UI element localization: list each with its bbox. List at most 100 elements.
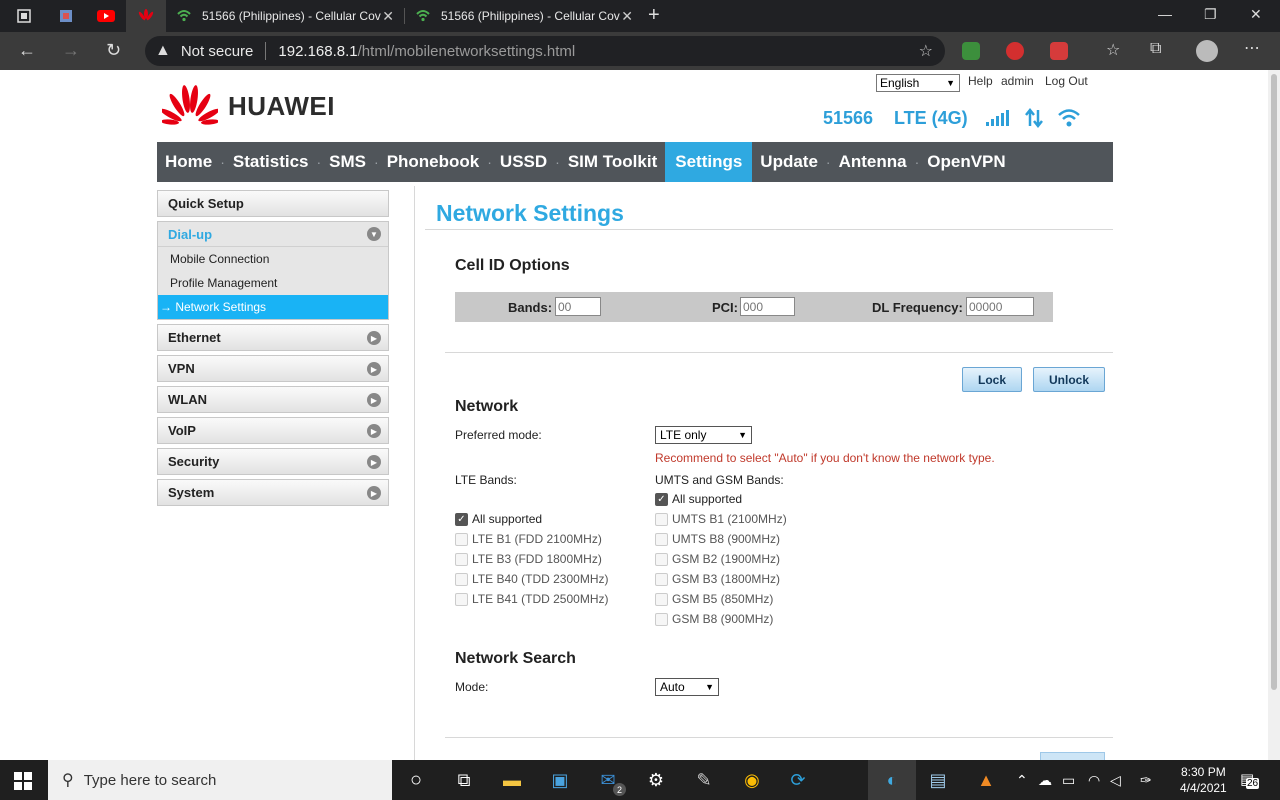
preferred-mode-select[interactable]: LTE only ▼: [655, 426, 752, 444]
volume-icon[interactable]: ◁: [1110, 772, 1121, 789]
scrollbar-thumb[interactable]: [1271, 74, 1277, 690]
nav-openvpn[interactable]: OpenVPN: [919, 142, 1013, 182]
help-link[interactable]: Help: [968, 74, 993, 88]
pinned-tab-huawei[interactable]: [126, 0, 166, 32]
chevron-down-icon: ▼: [738, 430, 747, 440]
profile-avatar[interactable]: [1196, 40, 1218, 62]
gsm-b5-checkbox[interactable]: GSM B5 (850MHz): [655, 592, 773, 606]
sidebar-system[interactable]: System ▶: [157, 479, 389, 506]
gsm-b8-checkbox[interactable]: GSM B8 (900MHz): [655, 612, 773, 626]
sync-app-icon[interactable]: ⟳: [786, 768, 810, 792]
sidebar-vpn[interactable]: VPN ▶: [157, 355, 389, 382]
adblock-icon[interactable]: [1006, 42, 1024, 60]
lte-b3-checkbox[interactable]: LTE B3 (FDD 1800MHz): [455, 552, 602, 566]
settings-gear-icon[interactable]: ⚙: [644, 768, 668, 792]
unlock-button[interactable]: Unlock: [1033, 367, 1105, 392]
lte-all-supported-checkbox[interactable]: ✓ All supported: [455, 512, 542, 526]
sidebar-item-profile-management[interactable]: Profile Management: [158, 271, 388, 295]
maximize-icon[interactable]: ❐: [1204, 6, 1217, 23]
pci-input[interactable]: [740, 297, 795, 316]
sidebar-quick-setup[interactable]: Quick Setup: [157, 190, 389, 217]
network-wifi-icon[interactable]: ◠: [1088, 772, 1100, 789]
nav-antenna[interactable]: Antenna: [831, 142, 915, 182]
gsm-b3-checkbox[interactable]: GSM B3 (1800MHz): [655, 572, 780, 586]
notepad-icon[interactable]: ▤: [926, 768, 950, 792]
tray-chevron-up-icon[interactable]: ⌃: [1016, 772, 1028, 789]
chrome-icon[interactable]: ◉: [740, 768, 764, 792]
nav-home[interactable]: Home: [157, 142, 220, 182]
close-icon[interactable]: ✕: [621, 8, 633, 25]
sidebar-security[interactable]: Security ▶: [157, 448, 389, 475]
lock-button[interactable]: Lock: [962, 367, 1022, 392]
pinned-tab-youtube[interactable]: [86, 0, 126, 32]
favorites-icon[interactable]: ☆: [1106, 40, 1120, 60]
checkbox-label: All supported: [472, 512, 543, 526]
taskbar-clock[interactable]: 8:30 PM 4/4/2021: [1180, 764, 1227, 796]
store-icon[interactable]: ▣: [548, 768, 572, 792]
mail-icon[interactable]: ✉ 2: [596, 768, 626, 796]
windows-start-icon[interactable]: [14, 772, 32, 790]
notification-icon[interactable]: ▤26: [1240, 770, 1260, 789]
tab-actions-icon[interactable]: [4, 0, 44, 32]
nav-sim-toolkit[interactable]: SIM Toolkit: [560, 142, 665, 182]
nav-phonebook[interactable]: Phonebook: [379, 142, 488, 182]
apply-button[interactable]: [1040, 752, 1105, 760]
close-icon[interactable]: ✕: [382, 8, 394, 25]
search-mode-select[interactable]: Auto ▼: [655, 678, 719, 696]
umts-b1-checkbox[interactable]: UMTS B1 (2100MHz): [655, 512, 787, 526]
sidebar-ethernet[interactable]: Ethernet ▶: [157, 324, 389, 351]
sidebar-voip[interactable]: VoIP ▶: [157, 417, 389, 444]
reload-icon[interactable]: ↻: [106, 40, 121, 61]
vlc-icon[interactable]: ▲: [974, 768, 998, 792]
paint-icon[interactable]: ✎: [692, 768, 716, 792]
new-tab-button[interactable]: +: [648, 4, 660, 27]
taskbar-search-box[interactable]: ⚲ Type here to search: [48, 760, 392, 800]
huawei-logo-icon: [162, 85, 218, 125]
url-host: 192.168.8.1: [278, 42, 358, 60]
sidebar-item-label: Dial-up: [168, 226, 213, 242]
section-divider: [445, 352, 1113, 353]
onedrive-icon[interactable]: ☁: [1038, 772, 1052, 789]
extension-pen-icon[interactable]: [1050, 42, 1068, 60]
back-icon[interactable]: ←: [18, 40, 36, 61]
lte-b41-checkbox[interactable]: LTE B41 (TDD 2500MHz): [455, 592, 608, 606]
bands-input[interactable]: [555, 297, 601, 316]
dl-frequency-input[interactable]: [966, 297, 1034, 316]
cortana-icon[interactable]: ○: [404, 768, 428, 792]
file-explorer-icon[interactable]: ▬: [500, 768, 524, 792]
address-bar[interactable]: ▲ Not secure 192.168.8.1/html/mobilenetw…: [145, 36, 945, 66]
umts-all-supported-checkbox[interactable]: ✓ All supported: [655, 492, 742, 506]
pen-icon[interactable]: ✑: [1140, 772, 1152, 789]
settings-sidebar: Quick Setup Dial-up ▼ Mobile Connection P…: [157, 190, 389, 510]
lte-b1-checkbox[interactable]: LTE B1 (FDD 2100MHz): [455, 532, 602, 546]
tab-cellular-coverage-2[interactable]: 51566 (Philippines) - Cellular Cov ✕: [405, 0, 643, 32]
collections-icon[interactable]: ⧉: [1150, 40, 1161, 58]
edge-icon[interactable]: ◐: [868, 760, 916, 800]
page-scrollbar[interactable]: [1268, 70, 1280, 760]
language-select[interactable]: English ▼: [876, 74, 960, 92]
dl-frequency-label: DL Frequency:: [872, 300, 963, 315]
pinned-tab-virtualbox[interactable]: [46, 0, 86, 32]
nav-statistics[interactable]: Statistics: [225, 142, 317, 182]
nav-update[interactable]: Update: [752, 142, 826, 182]
battery-icon[interactable]: ▭: [1062, 772, 1075, 789]
task-view-icon[interactable]: ⧉: [452, 768, 476, 792]
lte-b40-checkbox[interactable]: LTE B40 (TDD 2300MHz): [455, 572, 608, 586]
nav-sms[interactable]: SMS: [321, 142, 374, 182]
extension-icon[interactable]: [962, 42, 980, 60]
nav-ussd[interactable]: USSD: [492, 142, 555, 182]
add-favorite-icon[interactable]: ☆: [919, 41, 933, 61]
sidebar-item-network-settings[interactable]: → Network Settings: [158, 295, 388, 319]
logout-link[interactable]: Log Out: [1045, 74, 1088, 88]
nav-settings[interactable]: Settings: [665, 142, 753, 182]
sidebar-dialup[interactable]: Dial-up ▼: [158, 222, 388, 247]
sidebar-item-mobile-connection[interactable]: Mobile Connection: [158, 247, 388, 271]
more-menu-icon[interactable]: ⋯: [1244, 38, 1260, 58]
tab-cellular-coverage-1[interactable]: 51566 (Philippines) - Cellular Cov ✕: [166, 0, 404, 32]
umts-b8-checkbox[interactable]: UMTS B8 (900MHz): [655, 532, 780, 546]
gsm-b2-checkbox[interactable]: GSM B2 (1900MHz): [655, 552, 780, 566]
window-close-icon[interactable]: ✕: [1250, 6, 1262, 23]
minimize-icon[interactable]: —: [1158, 6, 1172, 22]
forward-icon[interactable]: →: [62, 40, 80, 61]
sidebar-wlan[interactable]: WLAN ▶: [157, 386, 389, 413]
